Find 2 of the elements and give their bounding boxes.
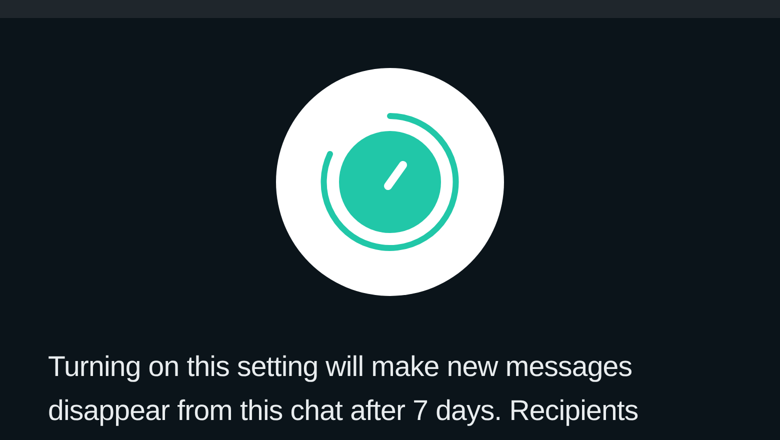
timer-icon — [276, 68, 504, 296]
description-text: Turning on this setting will make new messages disappear from this chat after 7 days. Recipients — [48, 350, 640, 429]
